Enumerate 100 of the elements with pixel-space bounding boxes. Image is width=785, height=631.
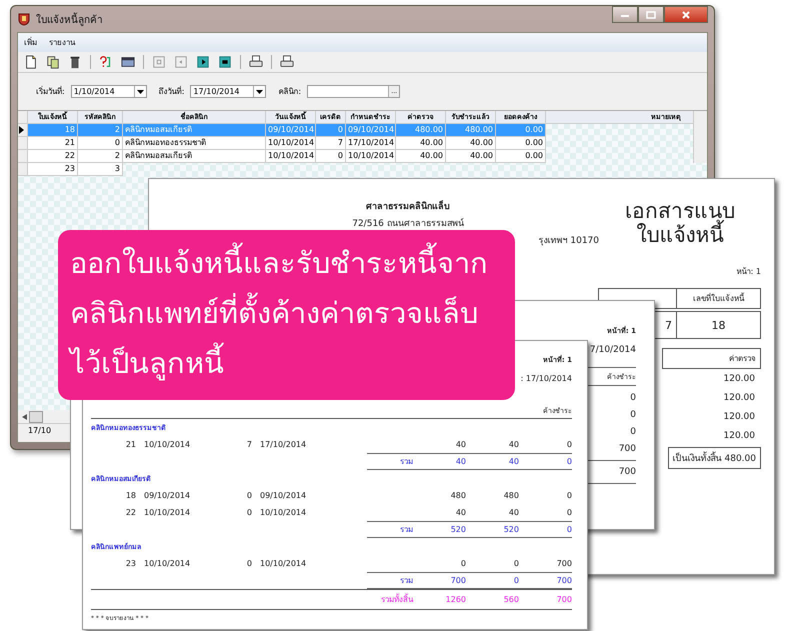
date-field[interactable]: 17/10/2014 — [190, 85, 266, 98]
fee-amount: 120.00 — [724, 431, 755, 441]
next-record-icon[interactable] — [196, 55, 210, 69]
menu-item[interactable]: รายงาน — [49, 36, 75, 49]
table-cell: 10/10/2014 — [346, 150, 396, 163]
table-cell-text: 18 — [124, 491, 136, 500]
table-cell-text: 10/10/2014 — [144, 440, 192, 449]
report-date: : 17/10/2014 — [520, 374, 572, 383]
table-cell: 480.00 — [396, 124, 446, 137]
subtotal-cell-text: 0 — [512, 576, 519, 585]
table-cell: 40.00 — [396, 137, 446, 150]
fee-amount: 120.00 — [724, 374, 755, 384]
copy-icon[interactable] — [46, 55, 60, 69]
subtotal-label: รวม — [399, 575, 413, 587]
maximize-button[interactable] — [638, 6, 664, 23]
table-cell: 10/10/2014 — [266, 150, 316, 163]
report-date: 7/10/2014 — [588, 345, 636, 355]
table-cell-text: 0 — [246, 508, 252, 517]
table-cell-text: 10/10/2014 — [144, 559, 192, 568]
table-cell-text: 0 — [566, 508, 572, 517]
table-cell: 0 — [316, 124, 346, 137]
table-cell-text: 480 — [502, 491, 519, 500]
address-line: 72/516 ถนนศาลาธรรมสพน์ — [352, 217, 464, 230]
table-cell: คลินิกหมอสมเกียรติ — [123, 124, 266, 137]
table-cell-text: 09/10/2014 — [144, 491, 192, 500]
grand-total-cell-text: 700 — [556, 595, 572, 604]
column-header: ค่าตรวจ — [662, 348, 761, 369]
table-cell-text: 10/10/2014 — [260, 559, 308, 568]
table-cell-text: 700 — [556, 559, 572, 568]
table-cell-text: 0 — [460, 559, 466, 568]
grand-total-label: รวมทั้งสิ้น — [380, 593, 413, 606]
subtotal-cell-text: 40 — [508, 457, 519, 466]
table-cell: 0 — [78, 137, 123, 150]
table-cell: 40.00 — [446, 150, 496, 163]
subtotal-label: รวม — [399, 456, 413, 468]
subtotal-cell-text: 700 — [556, 576, 572, 585]
table-cell-text: 40 — [508, 508, 519, 517]
minimize-button[interactable] — [612, 6, 638, 23]
table-cell: 0.00 — [496, 137, 546, 150]
table-cell-text: 0 — [629, 409, 636, 422]
table-cell: 23 — [28, 163, 78, 176]
table-cell-text: 0 — [566, 440, 572, 449]
table-cell-text: 0 — [566, 491, 572, 500]
query-icon[interactable] — [99, 55, 113, 69]
subtotal-cell-text: 700 — [450, 576, 466, 585]
scroll-thumb[interactable] — [29, 410, 43, 422]
scroll-left-icon[interactable] — [22, 414, 27, 420]
page-number: หน้า: 1 — [736, 266, 761, 278]
trash-icon[interactable] — [68, 55, 82, 69]
row-header[interactable] — [18, 124, 28, 137]
subtotal-cell-text: 520 — [450, 525, 466, 534]
address-line: รุงเทพฯ 10170 — [538, 235, 599, 247]
table-cell-text: 40 — [508, 440, 519, 449]
table-cell: 10/10/2014 — [266, 137, 316, 150]
table-cell: 0 — [316, 150, 346, 163]
table-cell-text: 480 — [450, 491, 466, 500]
table-cell-text: 21 — [124, 440, 136, 449]
subtotal-cell-text: 520 — [502, 525, 519, 534]
table-cell: 2 — [78, 124, 123, 137]
table-cell: คลินิกหมอทองธรรมชาติ — [123, 137, 266, 150]
table-cell-text: 7 — [246, 440, 252, 449]
subtotal-cell-text: 0 — [566, 525, 572, 534]
table-cell: 18 — [676, 311, 761, 339]
table-cell-text: 700 — [618, 443, 636, 456]
table-cell: คลินิกหมอสมเกียรติ — [123, 150, 266, 163]
date-field[interactable]: 1/10/2014 — [70, 85, 147, 98]
close-button[interactable] — [664, 6, 708, 23]
table-cell: 480.00 — [446, 124, 496, 137]
menu-item[interactable]: เพิ่ม — [24, 36, 37, 49]
printer-icon[interactable] — [280, 55, 294, 69]
callout-text: ออกใบแจ้งหนี้และรับชำระหนี้จาก คลินิกแพทย์ที่ตั้งค้างค่าตรวจแล็บ ไว้เป็นลูกหนี้ — [58, 230, 515, 400]
last-record-icon[interactable] — [218, 55, 232, 69]
table-cell-text: 0 — [246, 491, 252, 500]
grand-total-cell-text: 560 — [502, 595, 519, 604]
current-row-icon — [18, 126, 24, 134]
subtotal-cell-text: 0 — [566, 457, 572, 466]
maximize-icon — [646, 10, 656, 18]
table-cell: 40.00 — [396, 150, 446, 163]
subtotal-label: รวม — [399, 524, 413, 536]
table-cell: 09/10/2014 — [346, 124, 396, 137]
table-cell-text: 0 — [512, 559, 519, 568]
table-cell: 7 — [316, 137, 346, 150]
status-text: 17/10 — [28, 426, 52, 435]
table-cell: 09/10/2014 — [266, 124, 316, 137]
printer-icon[interactable] — [249, 55, 263, 69]
filter-label: คลินิก: — [278, 86, 302, 98]
subtotal-cell-text: 40 — [454, 457, 466, 466]
table-cell-text: 09/10/2014 — [260, 491, 308, 500]
window-title: ใบแจ้งหนี้ลูกค้า — [36, 12, 103, 26]
filter-label: ถึงวันที่: — [158, 85, 184, 98]
new-file-icon[interactable] — [24, 55, 38, 69]
table-cell: 21 — [28, 137, 78, 150]
grid-icon[interactable] — [121, 55, 135, 69]
table-cell-text: 40 — [454, 440, 466, 449]
vertical-scrollbar[interactable] — [693, 111, 707, 163]
table-cell: 2 — [78, 150, 123, 163]
close-icon — [681, 10, 691, 18]
table-cell-text: 0 — [629, 392, 636, 405]
table-cell: 40.00 — [446, 137, 496, 150]
company-name: ศาลาธรรมคลินิกแล็บ — [366, 199, 450, 213]
